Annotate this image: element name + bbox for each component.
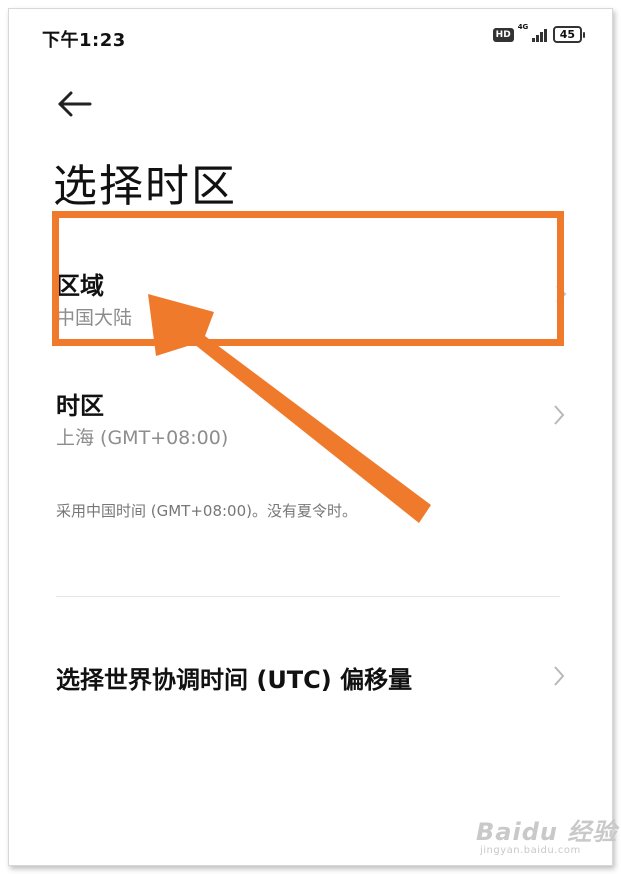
region-row[interactable]: 区域 中国大陆 — [40, 258, 580, 330]
signal-icon: 4G — [518, 23, 547, 42]
timezone-label: 时区 — [56, 392, 104, 420]
page-title: 选择时区 — [53, 161, 237, 212]
arrow-left-icon — [58, 91, 92, 117]
region-value: 中国大陆 — [56, 307, 133, 329]
chevron-right-icon — [554, 666, 565, 686]
status-bar-icons: HD 4G 45 — [492, 23, 585, 43]
status-bar-time: 下午1:23 — [42, 30, 126, 51]
utc-offset-row[interactable]: 选择世界协调时间 (UTC) 偏移量 — [40, 650, 580, 706]
battery-level: 45 — [552, 26, 582, 43]
baidu-watermark: Baidu 经验 jingyan.baidu.com — [476, 812, 617, 856]
watermark-url: jingyan.baidu.com — [480, 845, 581, 856]
chevron-right-icon — [556, 285, 567, 303]
timezone-value: 上海 (GMT+08:00) — [56, 427, 229, 449]
timezone-row[interactable]: 时区 上海 (GMT+08:00) — [40, 380, 580, 458]
battery-icon: 45 — [552, 26, 585, 43]
region-label: 区域 — [56, 272, 104, 300]
network-type-label: 4G — [517, 22, 529, 31]
back-button[interactable] — [58, 90, 94, 120]
utc-offset-label: 选择世界协调时间 (UTC) 偏移量 — [56, 666, 413, 694]
section-divider — [56, 596, 560, 597]
chevron-right-icon — [554, 405, 565, 425]
timezone-note: 采用中国时间 (GMT+08:00)。没有夏令时。 — [56, 502, 357, 520]
watermark-logo: Baidu 经验 — [476, 818, 618, 846]
hd-icon: HD — [492, 27, 514, 42]
